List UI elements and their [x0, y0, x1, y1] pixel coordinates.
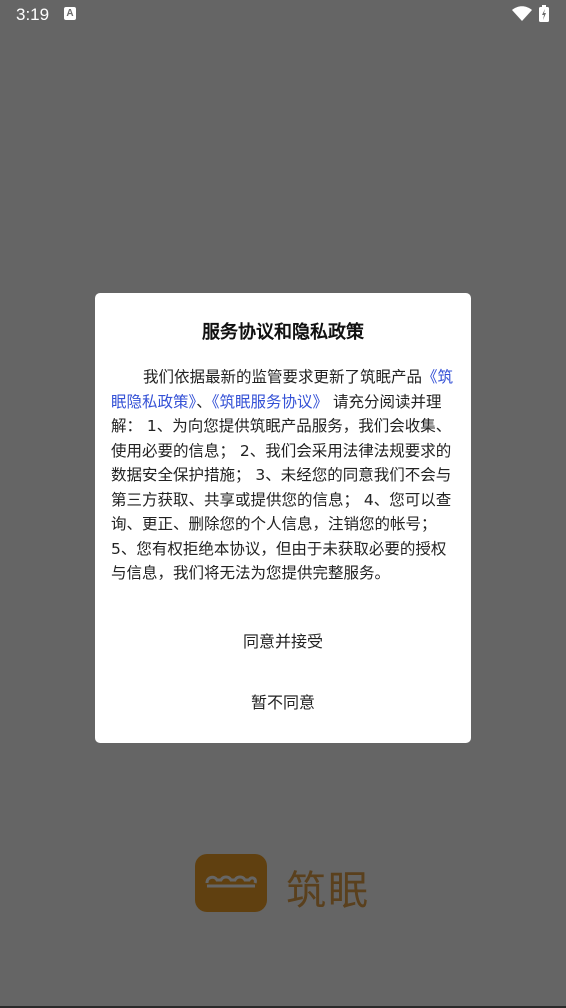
- dialog-title: 服务协议和隐私政策: [202, 322, 364, 343]
- screen: 筑眠 3:19 A 服务协议和隐私政策 我们依据最新的监管要求更新了筑眠产品《筑…: [0, 0, 566, 1008]
- body-intro: 我们依据最新的监管要求更新了筑眠产品: [143, 368, 423, 386]
- link-separator: 、: [196, 392, 212, 411]
- status-bar: 3:19 A: [0, 0, 566, 30]
- agree-button[interactable]: 同意并接受: [95, 629, 471, 655]
- body-rest: 请充分阅读并理解： 1、为向您提供筑眠产品服务，我们会收集、使用必要的信息； 2…: [111, 392, 452, 583]
- notification-icon: A: [64, 7, 76, 20]
- service-agreement-link[interactable]: 《筑眠服务协议》: [212, 393, 328, 411]
- dialog-body: 我们依据最新的监管要求更新了筑眠产品《筑眠隐私政策》、《筑眠服务协议》 请充分阅…: [111, 365, 457, 586]
- status-time: 3:19: [16, 5, 50, 24]
- battery-icon: [539, 5, 549, 22]
- privacy-dialog: 服务协议和隐私政策 我们依据最新的监管要求更新了筑眠产品《筑眠隐私政策》、《筑眠…: [95, 293, 471, 743]
- disagree-button[interactable]: 暂不同意: [95, 690, 471, 716]
- wifi-icon: [512, 6, 532, 21]
